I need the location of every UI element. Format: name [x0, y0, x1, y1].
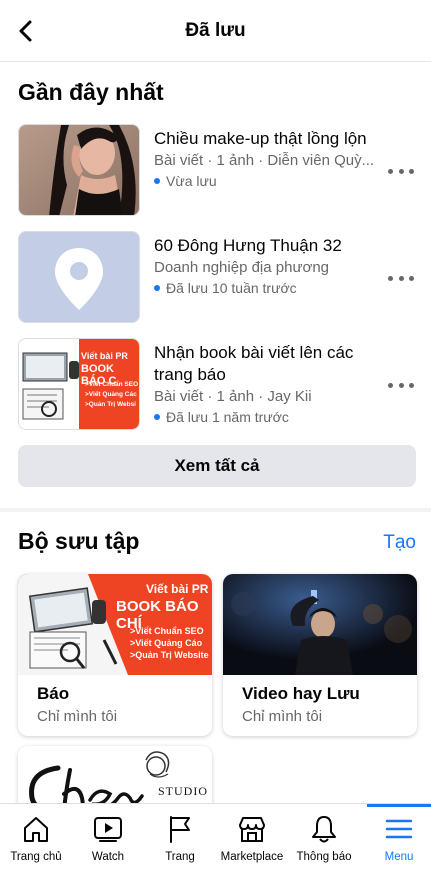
more-options-icon[interactable] [388, 166, 414, 176]
more-options-icon[interactable] [388, 273, 414, 283]
header: Đã lưu [0, 0, 431, 62]
create-collection-button[interactable]: Tạo [383, 532, 416, 554]
promo-line-4: >Viết Quảng Các [85, 391, 137, 398]
unread-dot [154, 414, 160, 420]
collection-privacy: Chỉ mình tôi [37, 708, 118, 725]
page-title: Đã lưu [185, 20, 246, 41]
marketplace-icon [239, 817, 265, 842]
item-meta: Bài viết · 1 ảnh · Jay Kii [154, 388, 312, 405]
item-saved-time: Vừa lưu [154, 171, 382, 191]
collections-section-title: Bộ sưu tập [18, 528, 140, 554]
collection-privacy: Chỉ mình tôi [242, 708, 323, 725]
menu-icon [385, 819, 413, 839]
tab-marketplace[interactable]: Marketplace [216, 804, 288, 874]
promo-line-5: >Quản Trị Website [130, 650, 209, 660]
tab-menu[interactable]: Menu [363, 804, 431, 874]
item-title: 60 Đông Hưng Thuận 32 [154, 236, 342, 255]
tab-pages[interactable]: Trang [144, 804, 216, 874]
promo-line-1: Viết bài PR [81, 351, 128, 361]
item-title: Chiều make-up thật lồng lộn [154, 129, 367, 148]
promo-line-3: >Viết Chuẩn SEO [130, 626, 204, 636]
saved-item-text: 60 Đông Hưng Thuận 32 Doanh nghiệp địa p… [154, 235, 382, 298]
saved-item-text: Nhận book bài viết lên các trang báo Bài… [154, 342, 382, 427]
promo-line-3: >Viết Chuẩn SEO [85, 381, 139, 388]
more-options-icon[interactable] [388, 380, 414, 390]
tab-label: Menu [384, 851, 414, 863]
tab-home[interactable]: Trang chủ [0, 804, 72, 874]
watch-icon [94, 817, 122, 842]
section-divider [0, 508, 431, 512]
tab-watch[interactable]: Watch [72, 804, 144, 874]
home-icon [24, 817, 48, 842]
item-saved-time: Đã lưu 1 năm trước [154, 407, 382, 427]
saved-time-text: Đã lưu 1 năm trước [166, 409, 289, 425]
tab-label: Thông báo [296, 851, 352, 863]
saved-time-text: Đã lưu 10 tuần trước [166, 280, 297, 296]
saved-item-3[interactable]: Viết bài PR BOOK BÁO C >Viết Chuẩn SEO >… [18, 338, 418, 432]
saved-item-2[interactable]: 60 Đông Hưng Thuận 32 Doanh nghiệp địa p… [18, 231, 418, 325]
bottom-tab-bar: Trang chủ Watch Trang Marketplace Thông … [0, 803, 431, 874]
recent-section-title: Gần đây nhất [18, 79, 164, 105]
saved-time-text: Vừa lưu [166, 173, 217, 189]
saved-item-text: Chiều make-up thật lồng lộn Bài viết · 1… [154, 128, 382, 191]
collection-card-bao[interactable]: Viết bài PR BOOK BÁO CHÍ >Viết Chuẩn SEO… [18, 574, 212, 736]
item-title: Nhận book bài viết lên các trang báo [154, 343, 354, 384]
collection-name: Video hay Lưu [242, 684, 360, 703]
collection-name: Báo [37, 684, 70, 703]
location-pin-icon [18, 231, 140, 323]
see-all-button[interactable]: Xem tất cả [18, 445, 416, 487]
promo-line-4: >Viết Quảng Cáo [130, 638, 203, 648]
studio-logo-text: STUDIO [158, 784, 208, 798]
promo-line-5: >Quản Trị Websi [85, 401, 136, 408]
bell-icon [312, 816, 336, 843]
tab-notifications[interactable]: Thông báo [288, 804, 360, 874]
saved-item-1[interactable]: Chiều make-up thật lồng lộn Bài viết · 1… [18, 124, 418, 218]
collection-cover-image: Viết bài PR BOOK BÁO CHÍ >Viết Chuẩn SEO… [18, 574, 212, 675]
item-meta: Bài viết · 1 ảnh · Diễn viên Quỳ... [154, 152, 375, 169]
unread-dot [154, 285, 160, 291]
collection-card-video[interactable]: Video hay Lưu Chỉ mình tôi [223, 574, 417, 736]
promo-line-1: Viết bài PR [146, 582, 209, 596]
flag-icon [170, 816, 190, 843]
item-saved-time: Đã lưu 10 tuần trước [154, 278, 382, 298]
pr-promo-image: Viết bài PR BOOK BÁO C >Viết Chuẩn SEO >… [18, 338, 140, 430]
item-meta: Doanh nghiệp địa phương [154, 259, 330, 276]
collection-cover-image [223, 574, 417, 675]
unread-dot [154, 178, 160, 184]
portrait-photo [18, 124, 140, 216]
